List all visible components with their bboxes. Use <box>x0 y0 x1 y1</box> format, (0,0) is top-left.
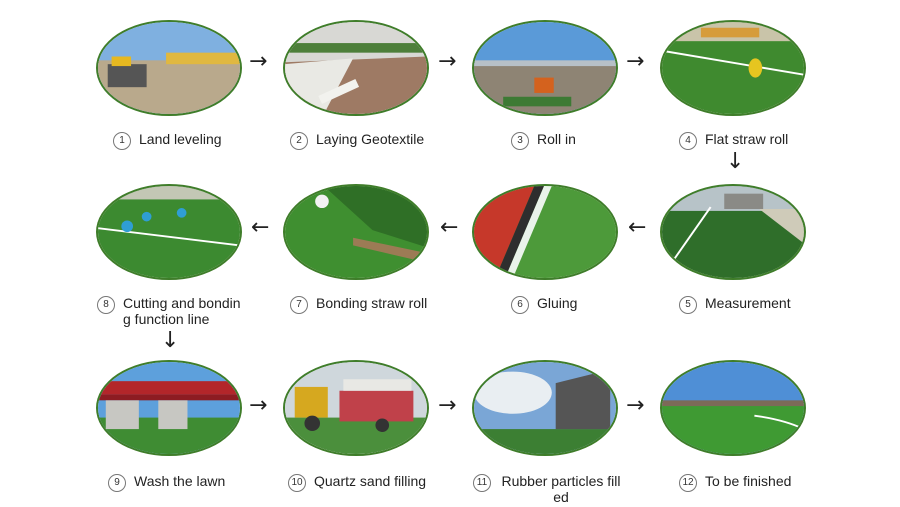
step-number: 4 <box>679 132 697 150</box>
step-caption: 6 Gluing <box>511 295 577 314</box>
step-caption: 1 Land leveling <box>113 131 222 150</box>
step-label: To be finished <box>705 473 792 489</box>
arrow-right-icon: → <box>438 393 457 418</box>
wash-lawn-photo <box>96 360 242 456</box>
step-number: 9 <box>108 474 126 492</box>
step-label: Roll in <box>537 131 576 147</box>
arrow-down-icon: ↓ <box>726 149 745 174</box>
laying-geotextile-photo <box>283 20 429 116</box>
step-number: 12 <box>679 474 697 492</box>
arrow-left-icon: ← <box>440 215 459 240</box>
step-caption: 4 Flat straw roll <box>679 131 788 150</box>
step-caption: 9 Wash the lawn <box>108 473 225 492</box>
step-label: Bonding straw roll <box>316 295 428 311</box>
arrow-left-icon: ← <box>251 215 270 240</box>
step-number: 7 <box>290 296 308 314</box>
step-label: Wash the lawn <box>134 473 226 489</box>
step-caption: 12 To be finished <box>679 473 791 492</box>
land-leveling-photo <box>96 20 242 116</box>
step-label: Gluing <box>537 295 578 311</box>
step-label: Cutting and bondin g function line <box>123 295 241 327</box>
step-caption: 3 Roll in <box>511 131 576 150</box>
measurement-photo <box>660 184 806 280</box>
gluing-photo <box>472 184 618 280</box>
arrow-right-icon: → <box>626 393 645 418</box>
step-number: 6 <box>511 296 529 314</box>
flat-straw-roll-photo <box>660 20 806 116</box>
step-caption: 7 Bonding straw roll <box>290 295 427 314</box>
step-label: Rubber particles fill ed <box>501 473 621 505</box>
cutting-bonding-photo <box>96 184 242 280</box>
step-label: Measurement <box>705 295 791 311</box>
step-number: 10 <box>288 474 306 492</box>
step-caption: 11 Rubber particles fill ed <box>473 473 633 505</box>
step-label: Laying Geotextile <box>316 131 425 147</box>
step-caption: 5 Measurement <box>679 295 791 314</box>
step-label: Flat straw roll <box>705 131 789 147</box>
quartz-sand-filling-photo <box>283 360 429 456</box>
step-number: 3 <box>511 132 529 150</box>
arrow-down-icon: ↓ <box>161 328 180 353</box>
step-label: Quartz sand filling <box>314 473 427 489</box>
roll-in-photo <box>472 20 618 116</box>
step-number: 8 <box>97 296 115 314</box>
arrow-right-icon: → <box>249 393 268 418</box>
arrow-left-icon: ← <box>628 215 647 240</box>
finished-field-photo <box>660 360 806 456</box>
step-label: Land leveling <box>139 131 222 147</box>
arrow-right-icon: → <box>626 49 645 74</box>
step-caption: 8 Cutting and bondin g function line <box>97 295 257 327</box>
step-number: 5 <box>679 296 697 314</box>
step-number: 11 <box>473 474 491 492</box>
arrow-right-icon: → <box>249 49 268 74</box>
step-number: 2 <box>290 132 308 150</box>
step-caption: 2 Laying Geotextile <box>290 131 424 150</box>
arrow-right-icon: → <box>438 49 457 74</box>
rubber-particles-photo <box>472 360 618 456</box>
bonding-straw-roll-photo <box>283 184 429 280</box>
step-caption: 10 Quartz sand filling <box>288 473 426 492</box>
step-number: 1 <box>113 132 131 150</box>
